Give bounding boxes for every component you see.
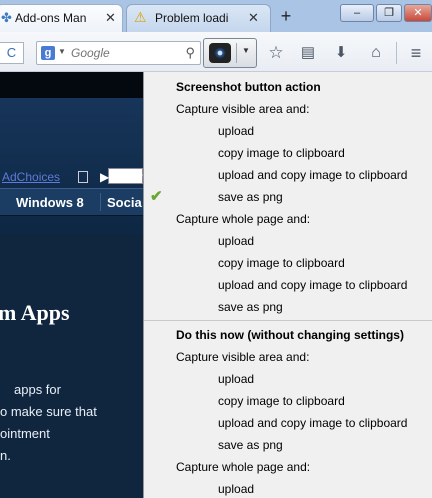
menu-item-whole-save-png[interactable]: save as png [144,296,432,318]
button-divider [236,43,237,63]
bookmarks-list-icon[interactable]: ▤ [297,42,319,64]
bookmark-star-icon[interactable]: ☆ [265,42,287,64]
adchoices-icon[interactable] [78,171,88,183]
menu-item-visible-copy[interactable]: copy image to clipboard [144,142,432,164]
menu-item-visible-save-png[interactable]: ✔ save as png [144,186,432,208]
menu-item-whole-upload-copy[interactable]: upload and copy image to clipboard [144,274,432,296]
close-icon[interactable]: ✕ [248,10,259,26]
site-nav-windows8[interactable]: Windows 8 [16,195,84,210]
navigation-toolbar: C g ▼ ⚲ ▼ ☆ ▤ ⬇ ⌂ ≡ [0,32,432,72]
tab-addons-manager[interactable]: ✤ Add-ons Man ✕ [0,4,123,32]
menu-item-whole-upload[interactable]: upload [144,230,432,252]
menu-separator [144,320,432,321]
toolbar-divider [396,42,397,64]
warning-icon: ⚠ [134,9,147,25]
checkmark-icon: ✔ [150,188,163,205]
menu-item-whole-copy[interactable]: copy image to clipboard [144,252,432,274]
menu-label-visible-area: Capture visible area and: [176,102,310,116]
chevron-down-icon[interactable]: ▼ [242,46,250,55]
menu-label-visible-area-now: Capture visible area and: [176,350,310,364]
menu-item-now-whole-upload[interactable]: upload [144,478,432,498]
minimize-button[interactable]: – [340,4,374,22]
restore-button[interactable]: ❐ [376,4,402,22]
site-top-bar [0,72,143,98]
nav-divider [100,193,101,211]
menu-label-whole-page-now: Capture whole page and: [176,460,311,474]
paragraph-line: n. [0,448,11,463]
tab-title: Add-ons Man [15,11,87,25]
tab-problem-loading[interactable]: ⚠ Problem loadi ✕ [126,4,271,32]
screenshot-icon [209,43,231,63]
screenshot-menu: Screenshot button action Capture visible… [143,72,432,498]
menu-icon[interactable]: ≡ [405,42,427,64]
search-bar[interactable]: g ▼ ⚲ [36,41,201,65]
article-heading: m Apps [0,300,70,325]
downloads-icon[interactable]: ⬇ [330,42,352,64]
reload-icon[interactable]: C [0,42,24,64]
close-icon[interactable]: ✕ [105,10,116,26]
site-nav-social[interactable]: Socia [107,195,142,210]
web-page-content: AdChoices ▶ Softw Windows 8 Socia m Apps… [0,72,143,498]
puzzle-icon: ✤ [1,10,12,25]
paragraph-line: apps for [14,382,61,397]
menu-item-visible-upload-copy[interactable]: upload and copy image to clipboard [144,164,432,186]
screenshot-button[interactable]: ▼ [203,38,257,68]
menu-item-now-visible-copy[interactable]: copy image to clipboard [144,390,432,412]
menu-item-now-visible-save-png[interactable]: save as png [144,434,432,456]
new-tab-button[interactable]: + [276,6,296,26]
tab-title: Problem loadi [155,11,229,25]
menu-label-whole-page: Capture whole page and: [176,212,311,226]
paragraph-line: ointment [0,426,50,441]
software-link[interactable]: ▶ Softw [100,170,143,184]
menu-item-now-visible-upload-copy[interactable]: upload and copy image to clipboard [144,412,432,434]
menu-header-button-action: Screenshot button action [176,80,321,94]
google-icon[interactable]: g [41,46,55,60]
menu-item-now-visible-upload[interactable]: upload [144,368,432,390]
home-icon[interactable]: ⌂ [365,42,387,64]
chevron-down-icon[interactable]: ▼ [58,47,66,56]
tab-strip: ✤ Add-ons Man ✕ ⚠ Problem loadi ✕ + – ❐ … [0,0,432,32]
menu-item-visible-upload[interactable]: upload [144,120,432,142]
search-icon[interactable]: ⚲ [185,45,195,61]
paragraph-line: o make sure that [0,404,97,419]
window-close-button[interactable]: ✕ [404,4,432,22]
menu-header-do-now: Do this now (without changing settings) [176,328,404,342]
site-nav-bar: Windows 8 Socia [0,188,143,216]
search-input[interactable] [71,45,181,61]
adchoices-link[interactable]: AdChoices [2,170,60,184]
